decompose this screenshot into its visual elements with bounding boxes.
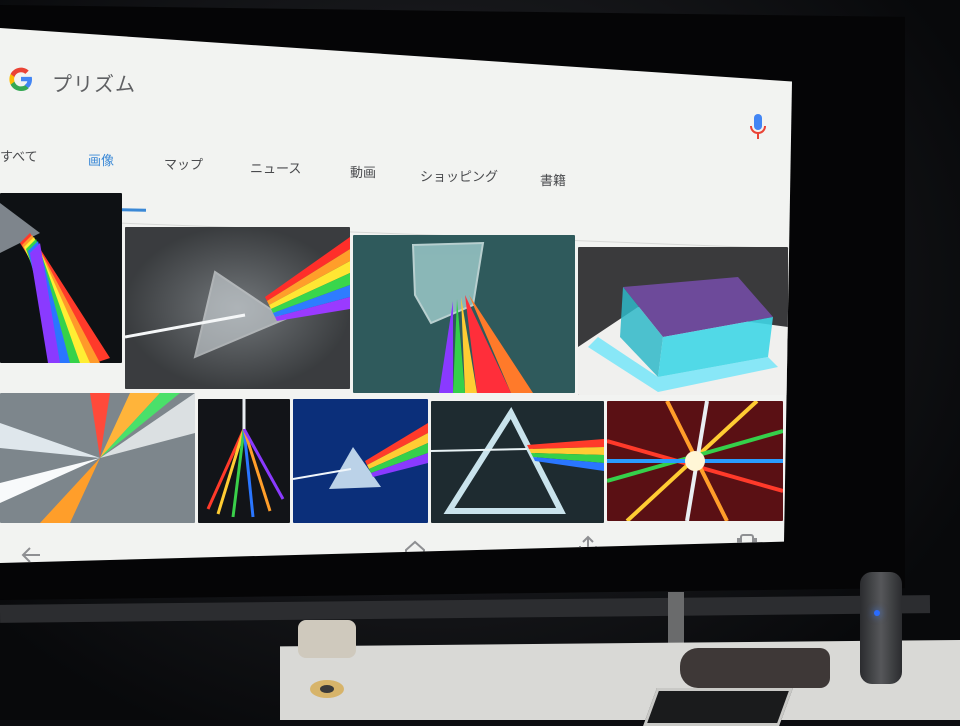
bluetooth-speaker [860, 572, 902, 684]
result-image-prism-triangle-rainbow[interactable] [125, 227, 350, 389]
result-image-prism-triangle-spectrum[interactable] [431, 401, 604, 523]
stand-post [668, 592, 684, 646]
paper-cup [298, 620, 356, 658]
result-image-prism-blue-rainbow[interactable] [293, 399, 428, 523]
tab-videos[interactable]: 動画 [350, 162, 376, 181]
speaker-led-icon [874, 610, 880, 616]
image-results-grid [0, 193, 790, 523]
table-surface [280, 640, 960, 720]
result-image-glass-tank-water[interactable] [578, 247, 788, 395]
projected-browser-screen: プリズム すべて 画像 マップ ニュース 動画 ショッピング 書籍 [0, 28, 792, 563]
tape-roll-hole [320, 685, 334, 693]
back-arrow-icon[interactable] [18, 542, 44, 563]
tab-all[interactable]: すべて [0, 146, 38, 165]
result-image-laser-starburst[interactable] [607, 401, 783, 521]
glove [680, 648, 830, 688]
tab-news[interactable]: ニュース [250, 158, 301, 177]
result-image-prism-cube-teal[interactable] [353, 235, 575, 393]
search-query-text[interactable]: プリズム [52, 68, 136, 97]
result-image-light-burst-white[interactable] [0, 393, 195, 523]
result-image-light-streaks-dark[interactable] [198, 399, 290, 523]
tablet-device [643, 688, 793, 726]
microphone-icon[interactable] [748, 112, 768, 142]
search-tabs: すべて 画像 マップ ニュース 動画 ショッピング 書籍 [0, 146, 792, 189]
google-logo-icon [9, 67, 32, 91]
tab-maps[interactable]: マップ [164, 154, 203, 173]
tab-books[interactable]: 書籍 [540, 170, 566, 189]
tab-images[interactable]: 画像 [88, 150, 114, 169]
result-image-prism-rainbow-dark[interactable] [0, 193, 122, 363]
tab-shopping[interactable]: ショッピング [420, 166, 498, 185]
